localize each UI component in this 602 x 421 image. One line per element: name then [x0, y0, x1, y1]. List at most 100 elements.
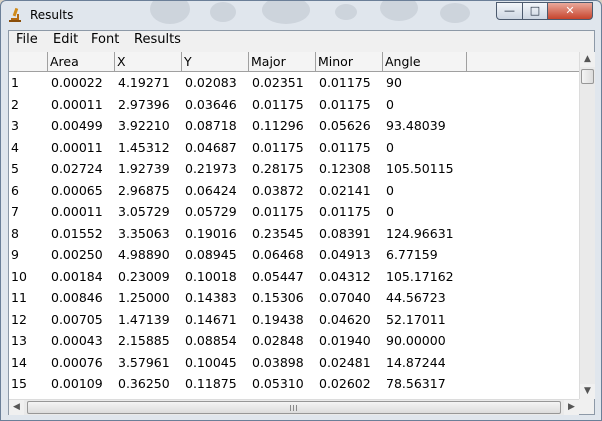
table-row[interactable]: 3 0.00499 3.92210 0.08718 0.11296 0.05626 93.4… [9, 115, 579, 137]
cell-minor: 0.07040 [319, 290, 371, 305]
table-row[interactable]: 4 0.00011 1.45312 0.04687 0.01175 0.01175 0 [9, 137, 579, 159]
table-row[interactable]: 7 0.00011 3.05729 0.05729 0.01175 0.01175 0 [9, 201, 579, 223]
column-header-major[interactable]: Major [249, 52, 316, 71]
cell-y: 0.04687 [185, 139, 237, 155]
column-header-y[interactable]: Y [182, 52, 249, 71]
table-row[interactable]: 16 0.00130 1.82135 0.12500 0.07063 0.02351 90.… [9, 395, 579, 399]
menu-font[interactable]: Font [91, 32, 119, 47]
window-client-area: File Edit Font Results Area X Y Major Mi… [8, 30, 595, 415]
cell-minor: 0.02351 [319, 395, 371, 399]
scroll-right-button[interactable]: ▶ [564, 400, 579, 415]
cell-minor: 0.01940 [319, 333, 371, 348]
cell-major: 0.05310 [252, 376, 304, 391]
cell-angle: 93.48039 [386, 118, 446, 133]
cell-angle: 105.17162 [386, 268, 454, 284]
table-row[interactable]: 14 0.00076 3.57961 0.10045 0.03898 0.02481 14.… [9, 352, 579, 374]
cell-major: 0.19438 [252, 311, 304, 327]
cell-minor: 0.01175 [319, 204, 371, 219]
column-header-area[interactable]: Area [48, 52, 115, 71]
table-row[interactable]: 10 0.00184 0.23009 0.10018 0.05447 0.04312 105… [9, 266, 579, 288]
table-row[interactable]: 13 0.00043 2.15885 0.08854 0.02848 0.01940 90.… [9, 330, 579, 352]
cell-angle: 44.56723 [386, 290, 446, 305]
menu-edit[interactable]: Edit [53, 32, 78, 47]
microscope-icon [9, 7, 21, 22]
cell-x: 2.15885 [118, 333, 170, 348]
cell-area: 0.00109 [51, 376, 103, 391]
horizontal-scroll-thumb[interactable] [27, 401, 561, 414]
window-title: Results [30, 8, 74, 22]
results-window: Results — □ ✕ File Edit Font Results Are… [0, 0, 602, 421]
cell-area: 0.00076 [51, 354, 103, 370]
cell-minor: 0.04312 [319, 268, 371, 284]
column-header-x[interactable]: X [115, 52, 182, 71]
menu-results[interactable]: Results [134, 32, 181, 47]
cell-major: 0.06468 [252, 247, 304, 262]
table-row[interactable]: 2 0.00011 2.97396 0.03646 0.01175 0.01175 0 [9, 94, 579, 116]
vertical-scroll-thumb[interactable] [581, 69, 594, 84]
cell-angle: 0 [386, 182, 394, 198]
table-row[interactable]: 8 0.01552 3.35063 0.19016 0.23545 0.08391 124.… [9, 223, 579, 245]
cell-minor: 0.04620 [319, 311, 371, 327]
scroll-left-button[interactable]: ◀ [9, 400, 24, 415]
table-row[interactable]: 9 0.00250 4.98890 0.08945 0.06468 0.04913 6.77… [9, 244, 579, 266]
vertical-scrollbar[interactable]: ▲ ▼ [579, 52, 595, 399]
cell-x: 1.47139 [118, 311, 170, 327]
table-row[interactable]: 6 0.00065 2.96875 0.06424 0.03872 0.02141 0 [9, 180, 579, 202]
menu-file[interactable]: File [16, 32, 38, 47]
close-button[interactable]: ✕ [547, 2, 593, 20]
cell-x: 1.25000 [118, 290, 170, 305]
column-header-angle[interactable]: Angle [383, 52, 467, 71]
cell-index: 11 [11, 290, 27, 305]
cell-y: 0.10018 [185, 268, 237, 284]
cell-x: 3.05729 [118, 204, 170, 219]
table-row[interactable]: 5 0.02724 1.92739 0.21973 0.28175 0.12308 105.… [9, 158, 579, 180]
table-row[interactable]: 1 0.00022 4.19271 0.02083 0.02351 0.01175 90 [9, 72, 579, 94]
cell-major: 0.03898 [252, 354, 304, 370]
cell-y: 0.14671 [185, 311, 237, 327]
horizontal-scrollbar[interactable]: ◀ ▶ [9, 399, 579, 415]
cell-index: 4 [11, 139, 19, 155]
cell-x: 3.57961 [118, 354, 170, 370]
cell-x: 1.45312 [118, 139, 170, 155]
cell-index: 10 [11, 268, 27, 284]
cell-major: 0.03872 [252, 182, 304, 198]
cell-y: 0.05729 [185, 204, 237, 219]
cell-area: 0.00043 [51, 333, 103, 348]
cell-area: 0.01552 [51, 225, 103, 241]
cell-y: 0.08945 [185, 247, 237, 262]
cell-y: 0.10045 [185, 354, 237, 370]
table-body: 1 0.00022 4.19271 0.02083 0.02351 0.01175 90 2 0… [9, 72, 579, 398]
results-table[interactable]: Area X Y Major Minor Angle 1 0.00022 4.192… [9, 52, 595, 415]
cell-major: 0.01175 [252, 204, 304, 219]
cell-index: 5 [11, 161, 19, 176]
cell-x: 2.97396 [118, 96, 170, 112]
cell-angle: 0 [386, 204, 394, 219]
table-row[interactable]: 12 0.00705 1.47139 0.14671 0.19438 0.04620 52.… [9, 309, 579, 331]
cell-y: 0.02083 [185, 75, 237, 90]
cell-area: 0.00130 [51, 395, 103, 399]
table-row[interactable]: 11 0.00846 1.25000 0.14383 0.15306 0.07040 44.… [9, 287, 579, 309]
minimize-button[interactable]: — [496, 2, 523, 20]
cell-y: 0.12500 [185, 395, 237, 399]
cell-x: 3.92210 [118, 118, 170, 133]
cell-angle: 90 [386, 75, 402, 90]
table-row[interactable]: 15 0.00109 0.36250 0.11875 0.05310 0.02602 78.… [9, 373, 579, 395]
cell-index: 13 [11, 333, 27, 348]
column-header-minor[interactable]: Minor [316, 52, 383, 71]
cell-major: 0.28175 [252, 161, 304, 176]
cell-area: 0.00065 [51, 182, 103, 198]
cell-x: 1.92739 [118, 161, 170, 176]
cell-area: 0.00250 [51, 247, 103, 262]
cell-major: 0.02848 [252, 333, 304, 348]
maximize-button[interactable]: □ [522, 2, 548, 20]
cell-x: 1.82135 [118, 395, 170, 399]
scroll-down-button[interactable]: ▼ [580, 384, 595, 399]
title-bar[interactable]: Results — □ ✕ [1, 1, 601, 30]
column-header-index[interactable] [9, 52, 48, 71]
scroll-up-button[interactable]: ▲ [580, 52, 595, 67]
cell-area: 0.00499 [51, 118, 103, 133]
cell-y: 0.21973 [185, 161, 237, 176]
cell-major: 0.07063 [252, 395, 304, 399]
cell-x: 2.96875 [118, 182, 170, 198]
cell-x: 4.19271 [118, 75, 170, 90]
